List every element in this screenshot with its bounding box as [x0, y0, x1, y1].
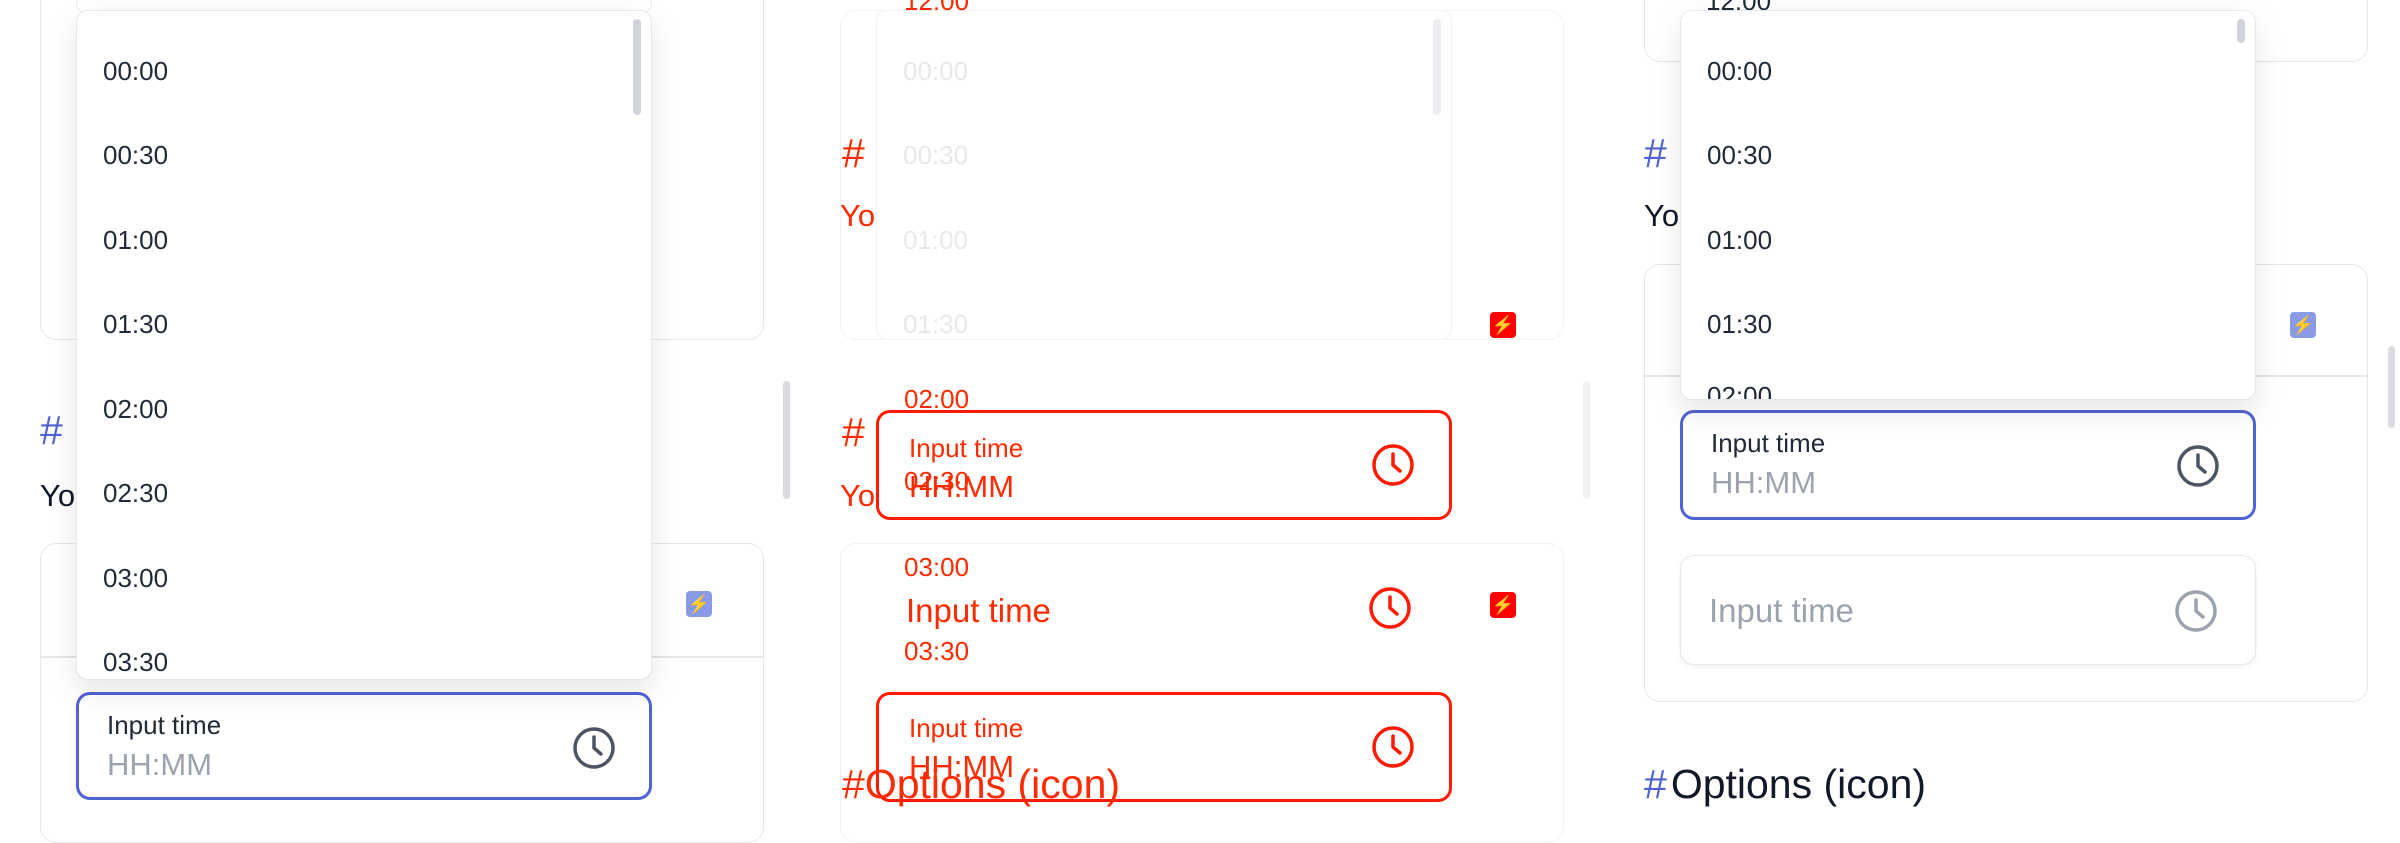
page-scrollbar[interactable]: [2388, 346, 2395, 428]
section-heading: #: [1644, 130, 1667, 176]
bolt-icon[interactable]: ⚡: [1490, 592, 1516, 618]
clock-icon[interactable]: [2174, 589, 2218, 633]
overlay-heading: #: [842, 130, 865, 176]
time-option[interactable]: 01:00: [103, 227, 168, 253]
time-option[interactable]: 03:30: [103, 649, 168, 675]
time-option[interactable]: 00:00: [103, 58, 168, 84]
dropdown-scrollbar[interactable]: [2237, 19, 2245, 43]
time-option[interactable]: 01:30: [1707, 311, 1772, 337]
dropdown-scrollbar[interactable]: [633, 19, 641, 115]
time-input-idle[interactable]: Input time: [1680, 555, 2256, 665]
overlay-option: 02:30: [904, 466, 970, 496]
overlay-description: Yo: [840, 198, 876, 233]
overlay-section-heading: #Options (icon): [842, 761, 1121, 807]
time-input-overlay[interactable]: Input time HH:MM: [876, 410, 1452, 520]
time-option[interactable]: 02:30: [103, 480, 168, 506]
time-dropdown-ghost: 00:00 00:30 01:00 01:30: [876, 10, 1452, 340]
time-option[interactable]: 01:30: [103, 311, 168, 337]
clock-icon[interactable]: [2176, 444, 2220, 488]
time-option[interactable]: 00:30: [103, 142, 168, 168]
page-scrollbar[interactable]: [1583, 381, 1590, 499]
section-description: Yo: [40, 478, 76, 513]
time-option[interactable]: 03:00: [103, 565, 168, 591]
time-input[interactable]: Input time HH:MM: [1680, 410, 2256, 520]
time-dropdown[interactable]: 00:00 00:30 01:00 01:30 02:00: [1680, 10, 2256, 400]
bolt-icon[interactable]: ⚡: [686, 591, 712, 617]
section-heading-options-icon: #Options (icon): [1644, 761, 1927, 807]
time-option[interactable]: 01:00: [1707, 227, 1772, 253]
time-option[interactable]: 02:00: [1707, 383, 1772, 399]
clock-icon[interactable]: [1371, 443, 1415, 487]
section-heading: #: [40, 407, 63, 453]
clock-icon[interactable]: [1371, 725, 1415, 769]
overlay-time-value: 12:00: [904, 0, 970, 16]
bolt-icon[interactable]: ⚡: [1490, 312, 1516, 338]
time-input[interactable]: Input time HH:MM: [76, 692, 652, 800]
overlay-description-2: Yo: [840, 478, 876, 513]
page-scrollbar[interactable]: [783, 381, 790, 499]
overlay-option: 03:30: [904, 636, 970, 666]
time-dropdown[interactable]: 00:00 00:30 01:00 01:30 02:00 02:30 03:0…: [76, 10, 652, 680]
clock-icon[interactable]: [572, 726, 616, 770]
bolt-icon[interactable]: ⚡: [2290, 312, 2316, 338]
time-option[interactable]: 00:30: [1707, 142, 1772, 168]
section-description: Yo: [1644, 198, 1680, 233]
clock-icon[interactable]: [1368, 586, 1412, 630]
overlay-heading-2: #: [842, 409, 865, 455]
time-option[interactable]: 00:00: [1707, 58, 1772, 84]
time-option[interactable]: 02:00: [103, 396, 168, 422]
